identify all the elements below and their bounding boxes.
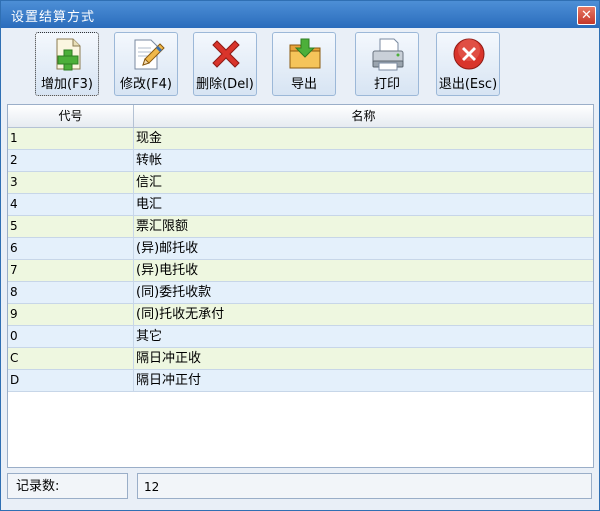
cell-name: (同)委托收款: [136, 285, 212, 300]
cell-code: D: [10, 373, 20, 387]
record-count-label: 记录数:: [7, 473, 128, 499]
cell-name: (异)电托收: [136, 263, 199, 278]
status-bar: 记录数: 12: [7, 473, 592, 503]
settlement-method-grid: 代号 名称 1 现金 2 转帐 3 信汇 4 电汇 5 票汇限额 6 (异)邮托收 7 (异)…: [7, 104, 594, 468]
cell-code: 4: [10, 197, 18, 211]
exit-circle-icon: [453, 38, 485, 70]
cell-code: 7: [10, 263, 18, 277]
grid-rows: 1 现金 2 转帐 3 信汇 4 电汇 5 票汇限额 6 (异)邮托收 7 (异)电托收 8 (…: [8, 128, 593, 392]
export-folder-icon: [289, 38, 321, 69]
toolbar: 增加(F3) 修改(F4) 删除(Del) 导出 打印 退出(Esc): [1, 28, 599, 102]
export-button[interactable]: 导出: [272, 32, 336, 96]
cell-code: C: [10, 351, 19, 365]
table-row[interactable]: 9 (同)托收无承付: [8, 304, 593, 326]
cell-name: 隔日冲正付: [136, 373, 202, 388]
edit-label: 修改(F4): [120, 77, 172, 92]
cell-code: 5: [10, 219, 18, 233]
cell-name: (同)托收无承付: [136, 307, 225, 322]
printer-icon: [372, 38, 404, 71]
add-label: 增加(F3): [41, 77, 93, 92]
table-row[interactable]: 7 (异)电托收: [8, 260, 593, 282]
window-title: 设置结算方式: [11, 10, 96, 25]
settlement-method-window: 设置结算方式 ✕ 增加(F3) 修改(F4) 删除(Del) 导出 打印 退出(…: [0, 0, 600, 511]
column-header-code[interactable]: 代号: [8, 105, 134, 127]
table-row[interactable]: 6 (异)邮托收: [8, 238, 593, 260]
exit-button[interactable]: 退出(Esc): [436, 32, 500, 96]
add-button[interactable]: 增加(F3): [35, 32, 99, 96]
close-button[interactable]: ✕: [577, 6, 596, 25]
edit-button[interactable]: 修改(F4): [114, 32, 178, 96]
cell-name: (异)邮托收: [136, 241, 199, 256]
cell-name: 票汇限额: [136, 219, 189, 234]
exit-label: 退出(Esc): [438, 77, 498, 92]
table-row[interactable]: 2 转帐: [8, 150, 593, 172]
cell-code: 9: [10, 307, 18, 321]
record-count-value: 12: [137, 473, 592, 499]
table-row[interactable]: 3 信汇: [8, 172, 593, 194]
print-label: 打印: [373, 77, 400, 92]
cell-code: 6: [10, 241, 18, 255]
delete-label: 删除(Del): [196, 77, 254, 92]
add-document-icon: [56, 38, 81, 71]
column-header-name[interactable]: 名称: [134, 105, 593, 127]
grid-header: 代号 名称: [8, 105, 593, 128]
cell-code: 1: [10, 131, 18, 145]
table-row[interactable]: 0 其它: [8, 326, 593, 348]
cell-name: 转帐: [136, 153, 163, 168]
delete-button[interactable]: 删除(Del): [193, 32, 257, 96]
title-bar: 设置结算方式 ✕: [1, 1, 599, 28]
cell-name: 其它: [136, 329, 163, 344]
print-button[interactable]: 打印: [355, 32, 419, 96]
cell-name: 电汇: [136, 197, 163, 212]
cell-name: 现金: [136, 131, 163, 146]
cell-name: 隔日冲正收: [136, 351, 202, 366]
table-row[interactable]: 1 现金: [8, 128, 593, 150]
delete-x-icon: [212, 40, 240, 68]
cell-code: 2: [10, 153, 18, 167]
table-row[interactable]: 4 电汇: [8, 194, 593, 216]
table-row[interactable]: D 隔日冲正付: [8, 370, 593, 392]
table-row[interactable]: 8 (同)委托收款: [8, 282, 593, 304]
cell-code: 3: [10, 175, 18, 189]
cell-code: 8: [10, 285, 18, 299]
edit-pencil-icon: [134, 39, 165, 70]
table-row[interactable]: C 隔日冲正收: [8, 348, 593, 370]
table-row[interactable]: 5 票汇限额: [8, 216, 593, 238]
cell-name: 信汇: [136, 175, 163, 190]
export-label: 导出: [290, 77, 317, 92]
cell-code: 0: [10, 329, 18, 343]
